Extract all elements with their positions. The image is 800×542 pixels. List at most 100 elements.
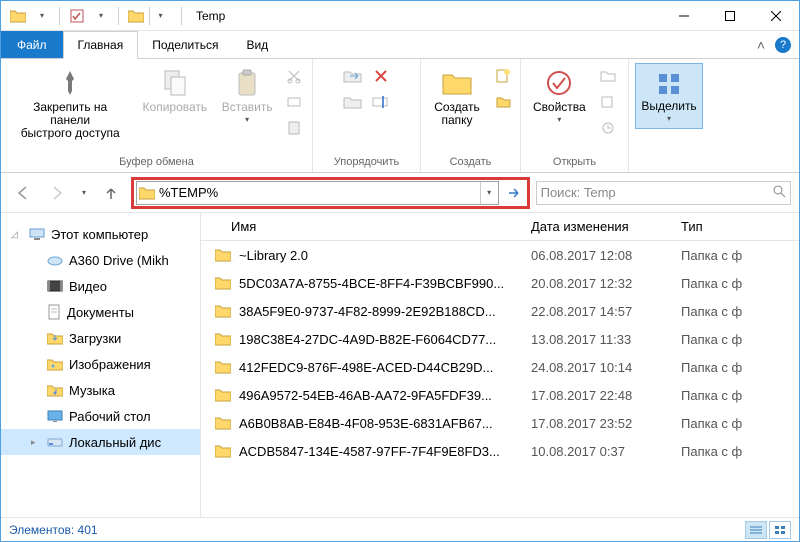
qat-drop2-icon[interactable]: ▾ — [90, 5, 112, 27]
file-name: 198C38E4-27DC-4A9D-B82E-F6064CD77... — [239, 332, 496, 347]
paste-button[interactable]: Вставить ▾ — [216, 63, 278, 127]
folder-icon — [215, 304, 231, 318]
sidebar-item-documents[interactable]: Документы — [1, 299, 200, 325]
easy-access-icon[interactable] — [491, 91, 515, 113]
column-name[interactable]: Имя — [201, 219, 531, 234]
table-row[interactable]: 198C38E4-27DC-4A9D-B82E-F6064CD77...13.0… — [201, 325, 799, 353]
sidebar-item-label: Музыка — [69, 383, 115, 398]
file-list-pane: Имя Дата изменения Тип ~Library 2.006.08… — [201, 213, 799, 517]
properties-dropdown-icon: ▾ — [557, 116, 561, 125]
search-box[interactable] — [536, 181, 791, 205]
qat-dropdown-icon[interactable]: ▾ — [31, 5, 53, 27]
explorer-body: ◿ Этот компьютер A360 Drive (Mikh Видео … — [1, 213, 799, 517]
docs-icon — [47, 304, 61, 320]
thumbnails-view-toggle[interactable] — [769, 521, 791, 539]
select-dropdown-icon: ▾ — [667, 115, 671, 124]
sidebar-item-desktop[interactable]: Рабочий стол — [1, 403, 200, 429]
table-row[interactable]: A6B0B8AB-E84B-4F08-953E-6831AFB67...17.0… — [201, 409, 799, 437]
file-date: 22.08.2017 14:57 — [531, 304, 681, 319]
history-icon[interactable] — [596, 117, 620, 139]
folder2-icon[interactable] — [125, 5, 147, 27]
tab-view[interactable]: Вид — [232, 31, 282, 58]
disk-icon — [47, 435, 63, 449]
table-row[interactable]: 412FEDC9-876F-498E-ACED-D44CB29D... 24.08… — [201, 353, 799, 381]
sidebar-item-downloads[interactable]: Загрузки — [1, 325, 200, 351]
sidebar-item-label: Документы — [67, 305, 134, 320]
ribbon-collapse-icon[interactable]: ˄ — [757, 37, 765, 53]
details-view-toggle[interactable] — [745, 521, 767, 539]
chevron-right-icon[interactable]: ▸ — [31, 437, 36, 448]
navigation-row: ▾ ▾ — [1, 173, 799, 213]
folder-icon — [215, 248, 231, 262]
sidebar-item-this-pc[interactable]: ◿ Этот компьютер — [1, 221, 200, 247]
search-icon[interactable] — [772, 184, 786, 201]
properties-label: Свойства — [533, 101, 586, 114]
table-row[interactable]: 38A5F9E0-9737-4F82-8999-2E92B188CD...22.… — [201, 297, 799, 325]
sidebar-item-a360[interactable]: A360 Drive (Mikh — [1, 247, 200, 273]
properties-qat-icon[interactable] — [66, 5, 88, 27]
tab-file[interactable]: Файл — [1, 31, 63, 58]
paste-dropdown-icon: ▾ — [245, 116, 249, 125]
address-dropdown-icon[interactable]: ▾ — [480, 182, 498, 204]
address-bar[interactable]: ▾ — [136, 181, 499, 205]
status-elements: Элементов: 401 — [9, 523, 98, 537]
file-rows: ~Library 2.006.08.2017 12:08Папка с ф5DC… — [201, 241, 799, 465]
close-button[interactable] — [753, 1, 799, 31]
paste-shortcut-icon[interactable] — [282, 117, 306, 139]
file-name: 5DC03A7A-8755-4BCE-8FF4-F39BCBF990... — [239, 276, 504, 291]
table-row[interactable]: ~Library 2.006.08.2017 12:08Папка с ф — [201, 241, 799, 269]
delete-icon[interactable] — [369, 65, 393, 87]
table-row[interactable]: ACDB5847-134E-4587-97FF-7F4F9E8FD3...10.… — [201, 437, 799, 465]
up-button[interactable] — [97, 179, 125, 207]
cut-icon[interactable] — [282, 65, 306, 87]
folder-icon — [215, 360, 231, 374]
qat-overflow-icon[interactable]: ▾ — [149, 7, 171, 25]
file-type: Папка с ф — [681, 276, 799, 291]
help-icon[interactable]: ? — [775, 37, 791, 53]
tab-home[interactable]: Главная — [63, 31, 139, 59]
tab-share[interactable]: Поделиться — [138, 31, 232, 58]
recent-dropdown-icon[interactable]: ▾ — [77, 179, 91, 207]
back-button[interactable] — [9, 179, 37, 207]
table-row[interactable]: 5DC03A7A-8755-4BCE-8FF4-F39BCBF990...20.… — [201, 269, 799, 297]
ribbon: Закрепить на панели быстрого доступа Коп… — [1, 59, 799, 173]
edit-icon[interactable] — [596, 91, 620, 113]
file-name: 412FEDC9-876F-498E-ACED-D44CB29D... — [239, 360, 493, 375]
copyto-icon[interactable] — [341, 91, 365, 113]
column-type[interactable]: Тип — [681, 219, 799, 234]
sidebar-item-music[interactable]: Музыка — [1, 377, 200, 403]
chevron-icon[interactable]: ◿ — [11, 229, 18, 240]
folder-icon — [215, 388, 231, 402]
open-icon[interactable] — [596, 65, 620, 87]
desktop-icon — [47, 409, 63, 423]
sidebar-item-video[interactable]: Видео — [1, 273, 200, 299]
address-bar-highlight: ▾ — [131, 177, 530, 209]
forward-button[interactable] — [43, 179, 71, 207]
maximize-button[interactable] — [707, 1, 753, 31]
open-group-label: Открыть — [521, 154, 628, 172]
address-input[interactable] — [157, 185, 480, 200]
file-date: 24.08.2017 10:14 — [531, 360, 681, 375]
new-folder-button[interactable]: Создать папку — [427, 63, 487, 129]
rename-icon[interactable] — [369, 91, 393, 113]
video-icon — [47, 279, 63, 293]
pin-button[interactable]: Закрепить на панели быстрого доступа — [7, 63, 133, 143]
folder-icon[interactable] — [7, 5, 29, 27]
new-item-icon[interactable] — [491, 65, 515, 87]
copy-button[interactable]: Копировать — [137, 63, 212, 116]
copy-path-icon[interactable] — [282, 91, 306, 113]
table-row[interactable]: 496A9572-54EB-46AB-AA72-9FA5FDF39...17.0… — [201, 381, 799, 409]
moveto-icon[interactable] — [341, 65, 365, 87]
properties-button[interactable]: Свойства ▾ — [527, 63, 592, 127]
search-input[interactable] — [541, 185, 772, 200]
go-button[interactable] — [501, 181, 527, 205]
file-date: 17.08.2017 22:48 — [531, 388, 681, 403]
select-label: Выделить — [641, 100, 696, 113]
sidebar-item-label: Рабочий стол — [69, 409, 151, 424]
minimize-button[interactable] — [661, 1, 707, 31]
sidebar-item-pictures[interactable]: Изображения — [1, 351, 200, 377]
select-button[interactable]: Выделить ▾ — [635, 63, 703, 129]
sidebar-item-local-disk[interactable]: ▸ Локальный дис — [1, 429, 200, 455]
column-date[interactable]: Дата изменения — [531, 219, 681, 234]
file-date: 06.08.2017 12:08 — [531, 248, 681, 263]
